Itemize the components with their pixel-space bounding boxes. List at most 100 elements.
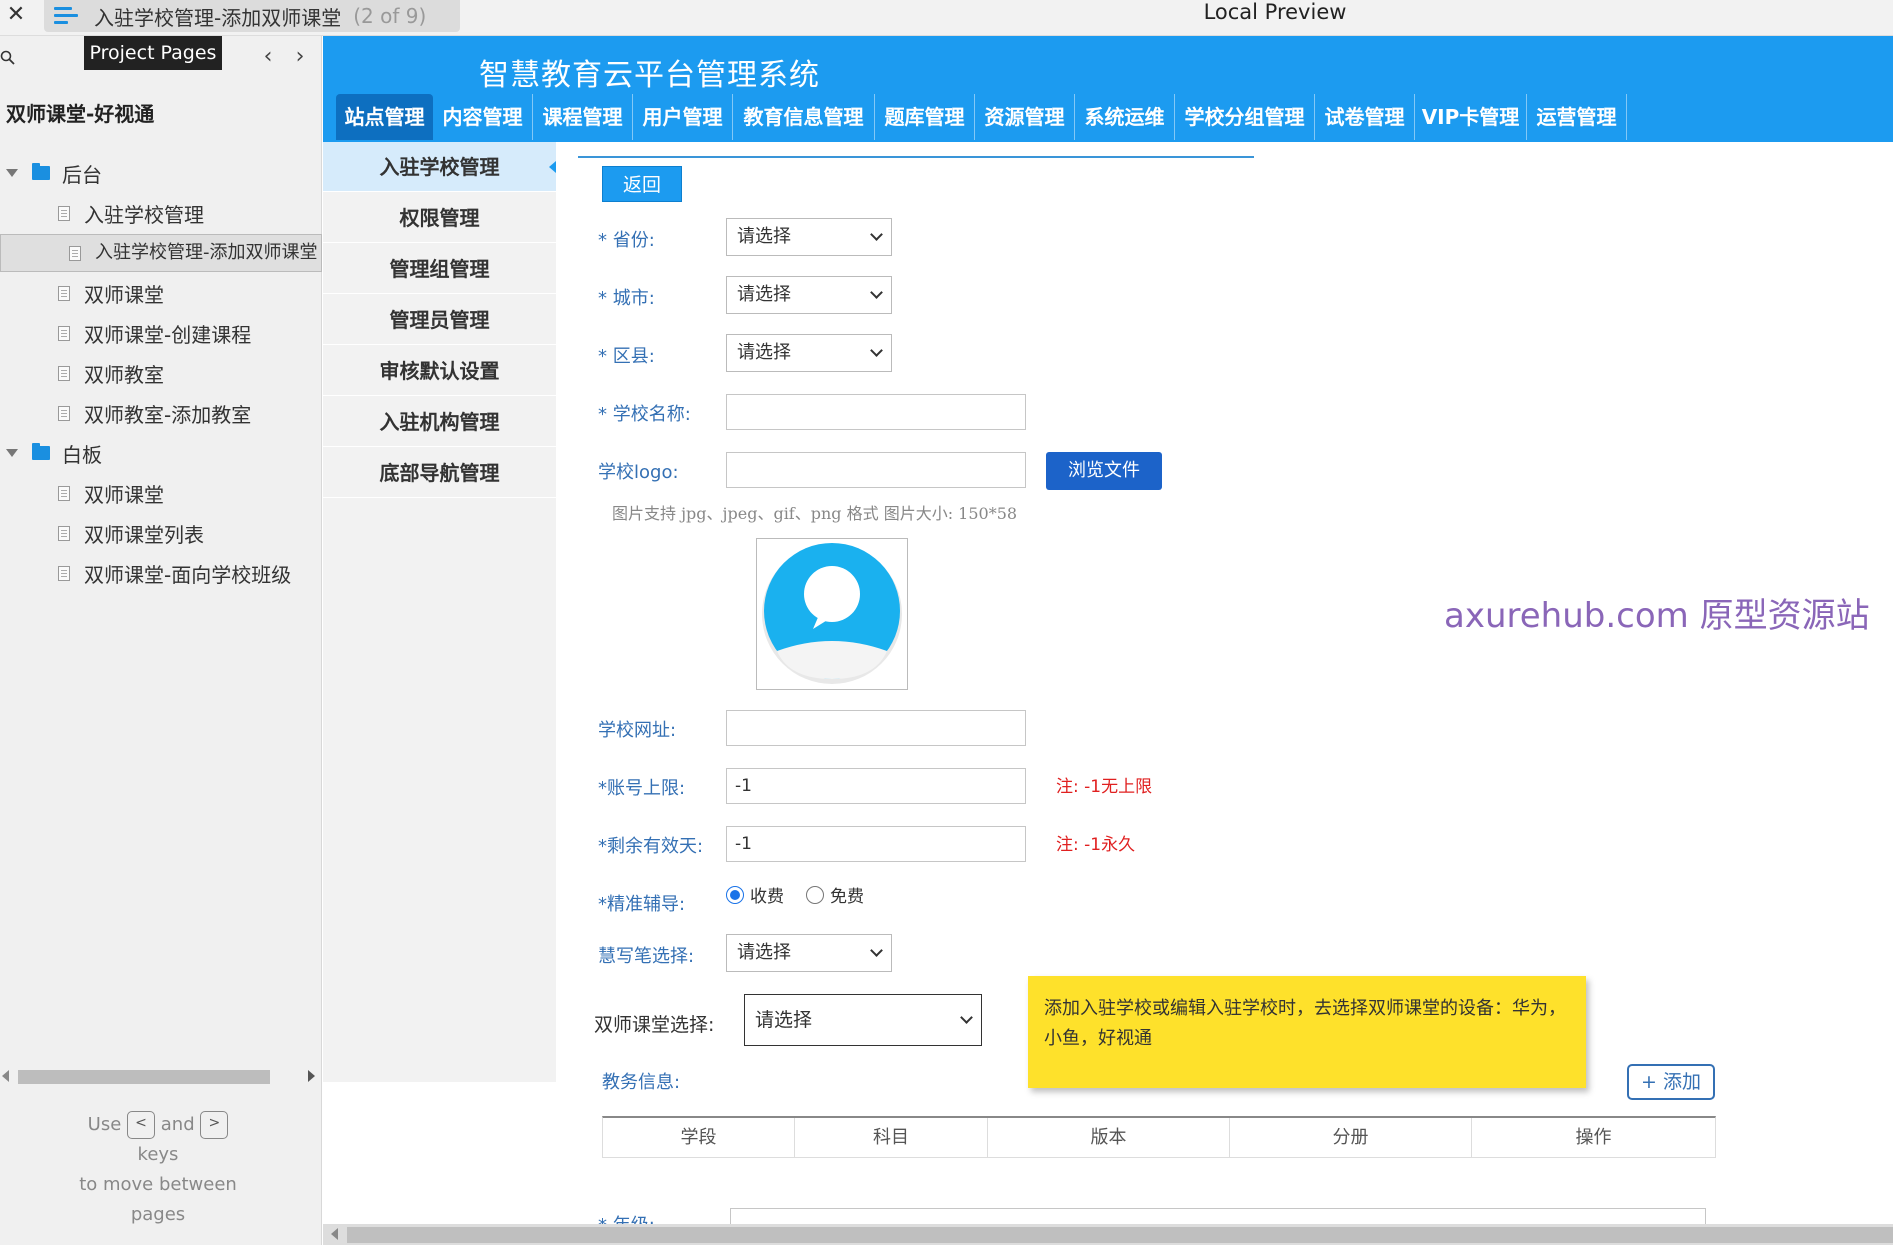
scrollbar-thumb[interactable] bbox=[347, 1227, 1893, 1243]
menu-review-defaults[interactable]: 审核默认设置 bbox=[323, 346, 556, 396]
page-icon bbox=[58, 405, 70, 421]
tree-label: 双师课堂 bbox=[84, 282, 164, 307]
main-horizontal-scrollbar[interactable] bbox=[323, 1224, 1893, 1245]
school-logo-input[interactable] bbox=[726, 452, 1026, 488]
menu-admins[interactable]: 管理员管理 bbox=[323, 295, 556, 345]
keyboard-help: Use < and > keys to move between pages bbox=[58, 1110, 258, 1230]
pen-label: 慧写笔选择: bbox=[598, 946, 695, 967]
city-label: * 城市: bbox=[598, 288, 655, 309]
radio-label: 免费 bbox=[830, 887, 864, 907]
tree-folder-whiteboard[interactable]: 白板 bbox=[0, 434, 322, 472]
hamburger-menu-icon[interactable] bbox=[54, 6, 80, 26]
school-name-label: * 学校名称: bbox=[598, 404, 691, 425]
back-button[interactable]: 返回 bbox=[602, 166, 682, 202]
help-text: and bbox=[160, 1114, 195, 1135]
add-academic-button[interactable]: + 添加 bbox=[1627, 1064, 1715, 1100]
account-limit-input[interactable]: -1 bbox=[726, 768, 1026, 804]
tree-page-selected[interactable]: 入驻学校管理-添加双师课堂 bbox=[0, 234, 322, 272]
remaining-days-label: *剩余有效天: bbox=[598, 836, 704, 857]
tab-resource-management[interactable]: 资源管理 bbox=[975, 94, 1075, 140]
scroll-right-arrow-icon[interactable] bbox=[308, 1070, 315, 1082]
radio-unchecked-icon[interactable] bbox=[806, 885, 824, 904]
page-icon bbox=[58, 565, 70, 581]
menu-permissions[interactable]: 权限管理 bbox=[323, 193, 556, 243]
tree-page[interactable]: 双师课堂-面向学校班级 bbox=[0, 554, 322, 592]
grade-input[interactable] bbox=[730, 1208, 1706, 1224]
tab-vip-card[interactable]: VIP卡管理 bbox=[1415, 94, 1527, 140]
tab-question-bank[interactable]: 题库管理 bbox=[875, 94, 975, 140]
radio-paid[interactable]: 收费 bbox=[726, 882, 784, 907]
page-icon bbox=[58, 325, 70, 341]
academic-info-label: 教务信息: bbox=[602, 1072, 681, 1093]
help-text: Use bbox=[87, 1114, 122, 1135]
tree-page[interactable]: 双师教室 bbox=[0, 354, 322, 392]
school-url-input[interactable] bbox=[726, 710, 1026, 746]
scroll-left-arrow-icon[interactable] bbox=[331, 1228, 338, 1240]
radio-free[interactable]: 免费 bbox=[806, 882, 864, 907]
expand-caret-icon[interactable] bbox=[6, 449, 18, 457]
page-tab[interactable]: 入驻学校管理-添加双师课堂 (2 of 9) bbox=[44, 0, 460, 32]
tree-page[interactable]: 双师课堂-创建课程 bbox=[0, 314, 322, 352]
tab-site-management[interactable]: 站点管理 bbox=[336, 94, 433, 140]
sticky-note: 添加入驻学校或编辑入驻学校时，去选择双师课堂的设备：华为，小鱼，好视通 bbox=[1028, 976, 1586, 1088]
menu-admin-groups[interactable]: 管理组管理 bbox=[323, 244, 556, 294]
tree-label: 双师课堂 bbox=[84, 482, 164, 507]
district-select[interactable]: 请选择 bbox=[726, 334, 892, 372]
help-text: pages bbox=[130, 1204, 186, 1225]
menu-school-management[interactable]: 入驻学校管理 bbox=[323, 142, 556, 192]
column-header: 学段 bbox=[603, 1118, 795, 1157]
province-select[interactable]: 请选择 bbox=[726, 218, 892, 256]
account-limit-note: 注: -1无上限 bbox=[1056, 777, 1153, 797]
scrollbar-thumb[interactable] bbox=[18, 1070, 270, 1084]
menu-bottom-nav[interactable]: 底部导航管理 bbox=[323, 448, 556, 498]
tab-title: 入驻学校管理-添加双师课堂 bbox=[94, 5, 342, 30]
tree-page[interactable]: 双师教室-添加教室 bbox=[0, 394, 322, 432]
select-value: 请选择 bbox=[737, 942, 791, 963]
menu-institutions[interactable]: 入驻机构管理 bbox=[323, 397, 556, 447]
avatar-icon bbox=[762, 543, 902, 684]
chevron-down-icon bbox=[870, 944, 883, 957]
chevron-down-icon bbox=[870, 286, 883, 299]
tab-content-management[interactable]: 内容管理 bbox=[433, 94, 533, 140]
tab-exam-papers[interactable]: 试卷管理 bbox=[1315, 94, 1415, 140]
tab-course-management[interactable]: 课程管理 bbox=[533, 94, 633, 140]
tree-page[interactable]: 双师课堂列表 bbox=[0, 514, 322, 552]
remaining-days-input[interactable]: -1 bbox=[726, 826, 1026, 862]
remaining-days-note: 注: -1永久 bbox=[1056, 835, 1136, 855]
dual-classroom-select[interactable]: 请选择 bbox=[744, 994, 982, 1046]
tree-label: 双师教室 bbox=[84, 362, 164, 387]
close-icon[interactable]: ✕ bbox=[6, 2, 26, 27]
search-icon[interactable] bbox=[0, 50, 16, 66]
pen-select[interactable]: 请选择 bbox=[726, 934, 892, 972]
sidebar-horizontal-scrollbar[interactable] bbox=[0, 1066, 322, 1086]
school-logo-label: 学校logo: bbox=[598, 462, 679, 483]
tree-page[interactable]: 入驻学校管理 bbox=[0, 194, 322, 232]
tutoring-label: *精准辅导: bbox=[598, 894, 686, 915]
tree-folder-backend[interactable]: 后台 bbox=[0, 154, 322, 192]
previous-page-icon[interactable]: ‹ bbox=[258, 44, 278, 69]
radio-label: 收费 bbox=[750, 887, 784, 907]
column-header: 版本 bbox=[988, 1118, 1230, 1157]
select-value: 请选择 bbox=[737, 284, 791, 305]
tab-education-info[interactable]: 教育信息管理 bbox=[733, 94, 875, 140]
page-icon bbox=[58, 205, 70, 221]
logo-preview bbox=[756, 538, 908, 690]
province-label: * 省份: bbox=[598, 230, 655, 251]
tree-label: 双师课堂-创建课程 bbox=[84, 322, 252, 347]
tab-system-ops[interactable]: 系统运维 bbox=[1075, 94, 1175, 140]
tab-operations[interactable]: 运营管理 bbox=[1527, 94, 1627, 140]
expand-caret-icon[interactable] bbox=[6, 169, 18, 177]
scroll-left-arrow-icon[interactable] bbox=[2, 1070, 9, 1082]
browse-file-button[interactable]: 浏览文件 bbox=[1046, 452, 1162, 490]
tab-school-groups[interactable]: 学校分组管理 bbox=[1175, 94, 1315, 140]
next-page-icon[interactable]: › bbox=[290, 44, 310, 69]
city-select[interactable]: 请选择 bbox=[726, 276, 892, 314]
tree-page[interactable]: 双师课堂 bbox=[0, 274, 322, 312]
tab-user-management[interactable]: 用户管理 bbox=[633, 94, 733, 140]
tree-label: 双师教室-添加教室 bbox=[84, 402, 252, 427]
tree-page[interactable]: 双师课堂 bbox=[0, 474, 322, 512]
school-name-input[interactable] bbox=[726, 394, 1026, 430]
radio-checked-icon[interactable] bbox=[726, 885, 744, 904]
select-value: 请选择 bbox=[737, 342, 791, 363]
add-school-form: 返回 * 省份: 请选择 * 城市: 请选择 * 区县: 请选择 * 学校名称:… bbox=[556, 142, 1893, 1224]
